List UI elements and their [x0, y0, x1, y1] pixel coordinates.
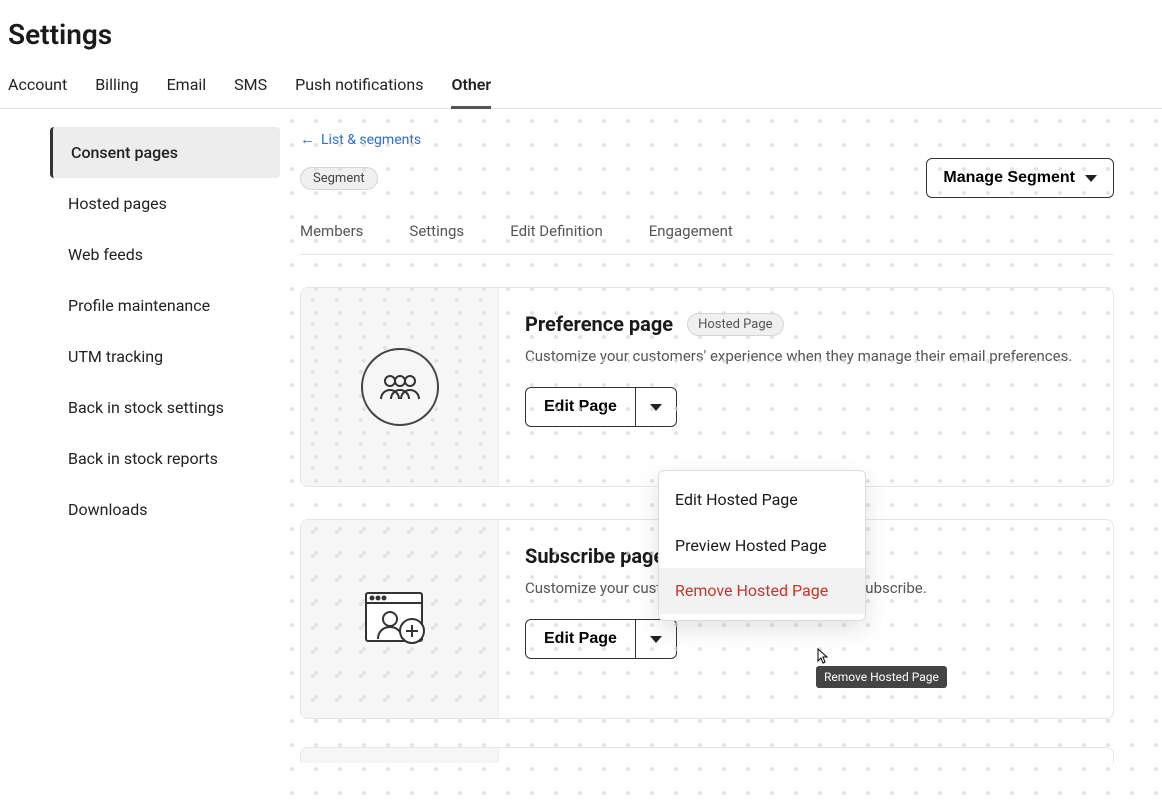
add-user-window-icon	[360, 587, 440, 651]
tab-sms[interactable]: SMS	[234, 67, 267, 108]
sidebar-item-profile-maintenance[interactable]: Profile maintenance	[50, 280, 280, 331]
edit-page-dropdown-menu: Edit Hosted Page Preview Hosted Page Rem…	[658, 470, 866, 621]
main-content: ← List & segments Segment Manage Segment…	[280, 109, 1162, 803]
tab-other[interactable]: Other	[451, 67, 491, 108]
tooltip: Remove Hosted Page	[816, 666, 947, 688]
tab-account[interactable]: Account	[8, 67, 67, 108]
tab-email[interactable]: Email	[167, 67, 207, 108]
sidebar-item-hosted-pages[interactable]: Hosted pages	[50, 178, 280, 229]
dropdown-item-preview-hosted-page[interactable]: Preview Hosted Page	[659, 523, 865, 569]
sidebar-item-web-feeds[interactable]: Web feeds	[50, 229, 280, 280]
sidebar-item-downloads[interactable]: Downloads	[50, 484, 280, 535]
card-partial	[300, 747, 1114, 763]
tab-push-notifications[interactable]: Push notifications	[295, 67, 423, 108]
sidebar-item-back-in-stock-settings[interactable]: Back in stock settings	[50, 382, 280, 433]
sidebar-item-utm-tracking[interactable]: UTM tracking	[50, 331, 280, 382]
sidebar: Consent pages Hosted pages Web feeds Pro…	[0, 109, 280, 535]
people-group-icon	[361, 348, 439, 426]
tab-billing[interactable]: Billing	[95, 67, 138, 108]
dropdown-item-remove-hosted-page[interactable]: Remove Hosted Page	[659, 568, 865, 614]
top-tabs: Account Billing Email SMS Push notificat…	[0, 67, 1162, 109]
sidebar-item-consent-pages[interactable]: Consent pages	[50, 127, 280, 178]
page-title: Settings	[8, 18, 1162, 51]
sidebar-item-back-in-stock-reports[interactable]: Back in stock reports	[50, 433, 280, 484]
dropdown-item-edit-hosted-page[interactable]: Edit Hosted Page	[659, 477, 865, 523]
